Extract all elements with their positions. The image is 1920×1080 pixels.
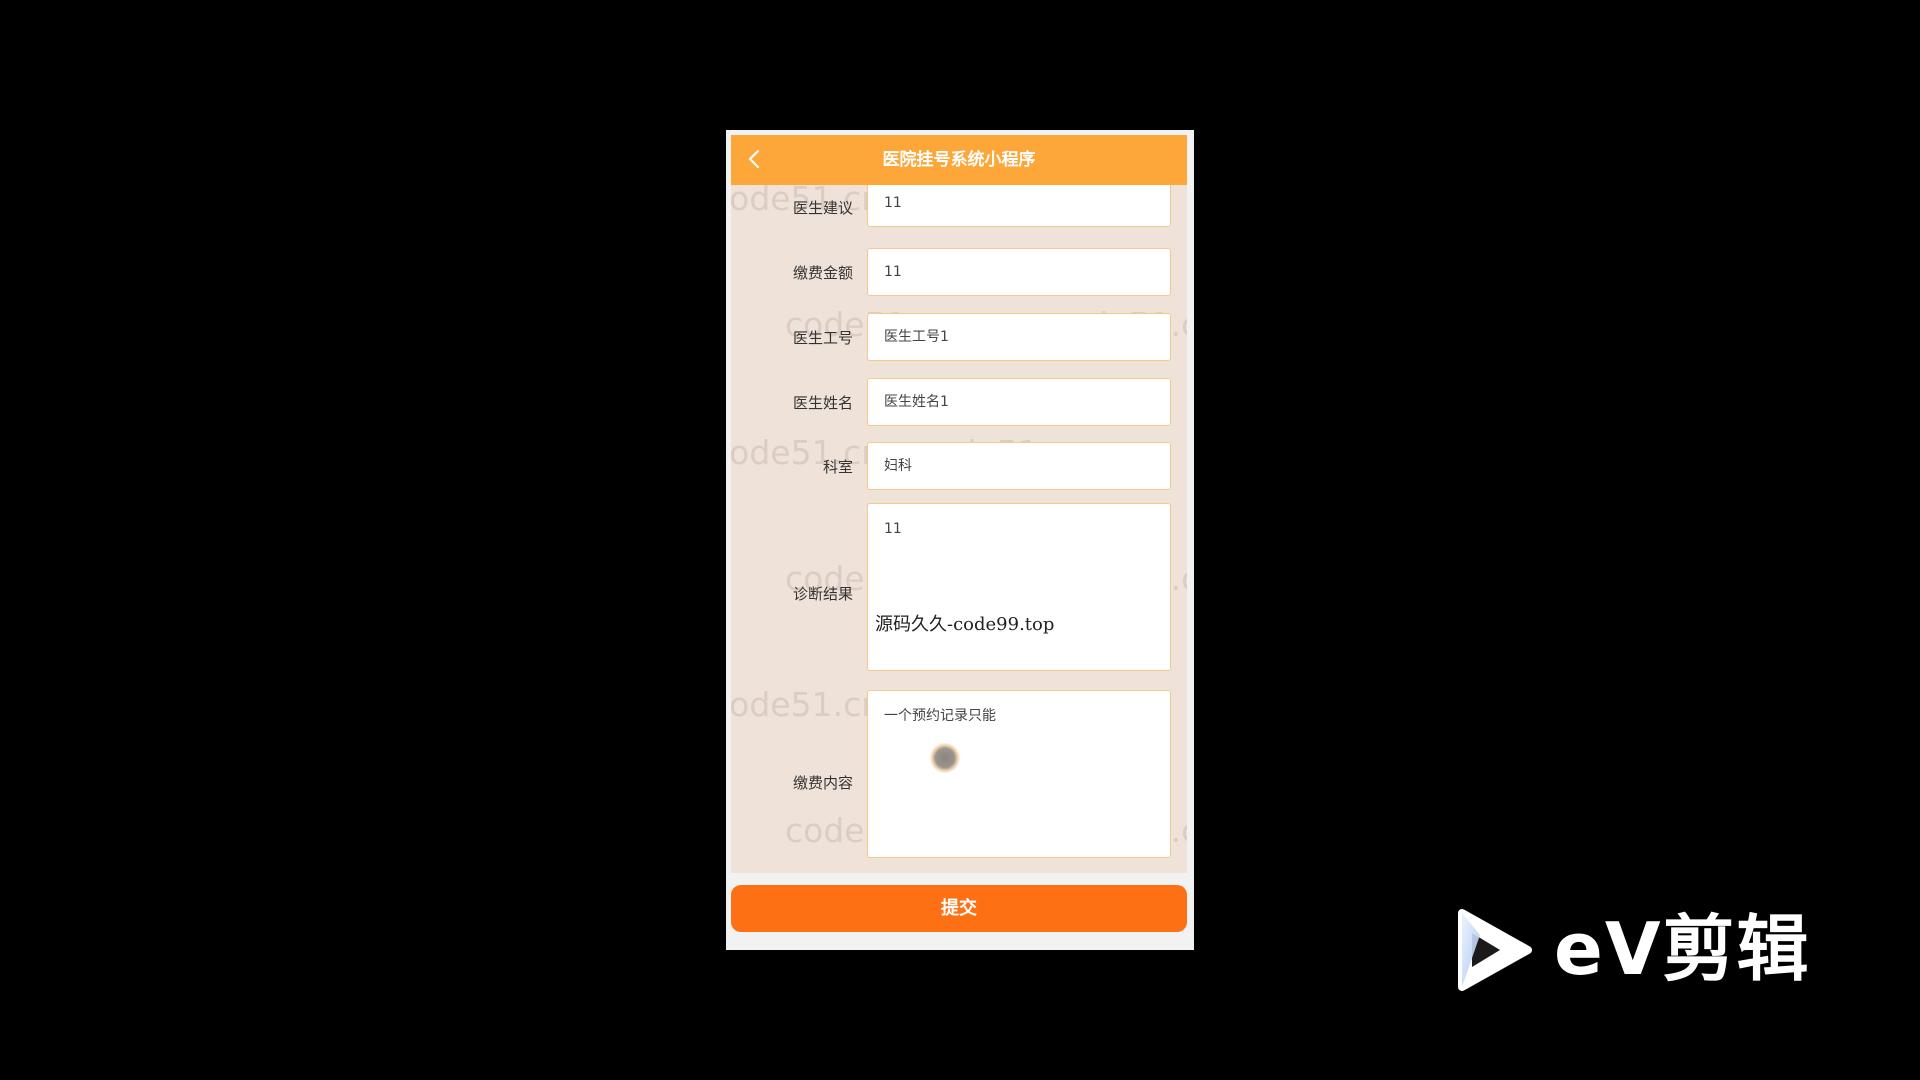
phone-frame: 医院挂号系统小程序 code51.cn code51.cn code51.cn … [726, 130, 1194, 950]
play-triangle-icon [1458, 909, 1532, 991]
doctor-id-label: 医生工号 [792, 329, 853, 347]
submit-button[interactable]: 提交 [731, 885, 1187, 932]
department-label: 科室 [822, 458, 853, 476]
doctor-id-input[interactable]: 医生工号1 [867, 313, 1171, 361]
doctor-advice-input[interactable]: 11 [867, 185, 1171, 227]
diagnosis-textarea[interactable]: 11 [867, 503, 1171, 671]
form-row-doctor-advice: 医生建议 11 [731, 185, 1187, 235]
form-row-payment-content: 缴费内容 一个预约记录只能 [731, 690, 1187, 870]
payment-content-textarea[interactable]: 一个预约记录只能 [867, 690, 1171, 858]
form-row-department: 科室 妇科 [731, 439, 1187, 493]
doctor-name-input[interactable]: 医生姓名1 [867, 378, 1171, 426]
department-input[interactable]: 妇科 [867, 442, 1171, 490]
form-row-doctor-id: 医生工号 医生工号1 [731, 310, 1187, 364]
payment-form: code51.cn code51.cn code51.cn code51.cn … [731, 185, 1187, 873]
form-row-diagnosis: 诊断结果 11 [731, 503, 1187, 683]
navbar: 医院挂号系统小程序 [731, 135, 1187, 185]
touch-indicator [930, 743, 960, 773]
payment-amount-input[interactable]: 11 [867, 248, 1171, 296]
overlay-watermark: 源码久久-code99.top [875, 614, 1055, 635]
payment-content-label: 缴费内容 [792, 774, 853, 792]
payment-amount-label: 缴费金额 [792, 264, 853, 282]
brand-name: eV剪辑 [1554, 907, 1811, 991]
form-row-payment-amount: 缴费金额 11 [731, 245, 1187, 299]
diagnosis-label: 诊断结果 [792, 585, 853, 603]
doctor-name-label: 医生姓名 [792, 394, 853, 412]
ev-brand-logo: eV剪辑 [1450, 905, 1820, 995]
screen: 医院挂号系统小程序 code51.cn code51.cn code51.cn … [0, 0, 1920, 1080]
form-row-doctor-name: 医生姓名 医生姓名1 [731, 375, 1187, 429]
page-title: 医院挂号系统小程序 [882, 150, 1036, 170]
doctor-advice-label: 医生建议 [792, 199, 853, 217]
